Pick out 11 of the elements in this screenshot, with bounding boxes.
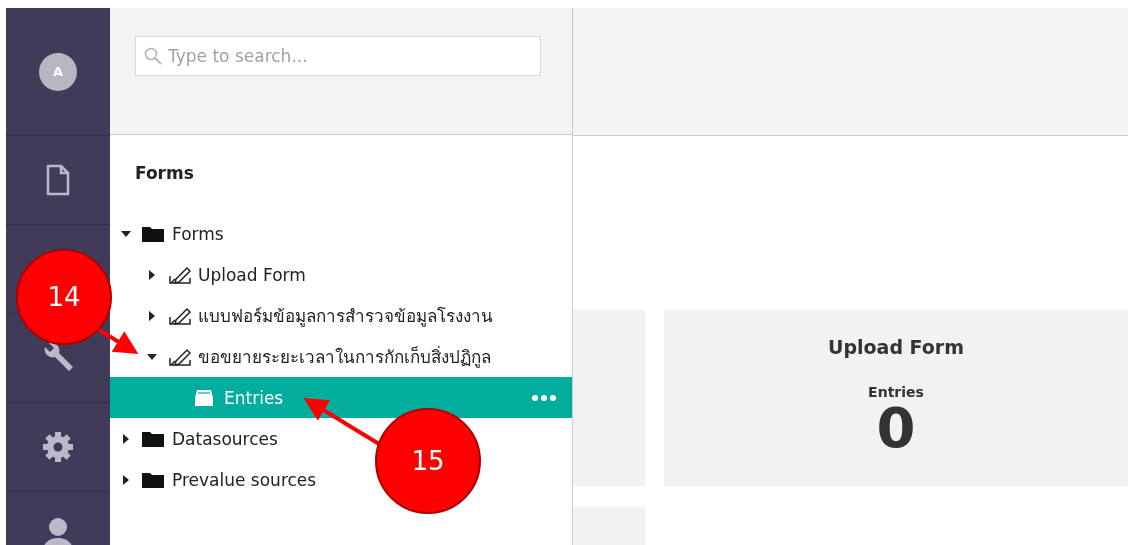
tree-title: Forms	[135, 163, 195, 185]
stat-value: 0	[876, 400, 916, 456]
tree-item[interactable]: Forms	[110, 213, 240, 254]
tree-item[interactable]: Datasources	[110, 418, 294, 459]
tree-item[interactable]: ขอขยายระยะเวลาในการกักเก็บสิ่งปฏิกูล	[110, 336, 507, 377]
tree-item[interactable]: Prevalue sources	[110, 459, 333, 500]
stat-label: Entries	[868, 384, 924, 400]
card-title: Upload Form	[827, 336, 965, 358]
search-field[interactable]: Type to search...	[135, 36, 541, 76]
tree-item[interactable]: Upload Form	[110, 254, 322, 295]
tree-item[interactable]: แบบฟอร์มข้อมูลการสำรวจข้อมูลโรงงาน	[110, 295, 509, 336]
